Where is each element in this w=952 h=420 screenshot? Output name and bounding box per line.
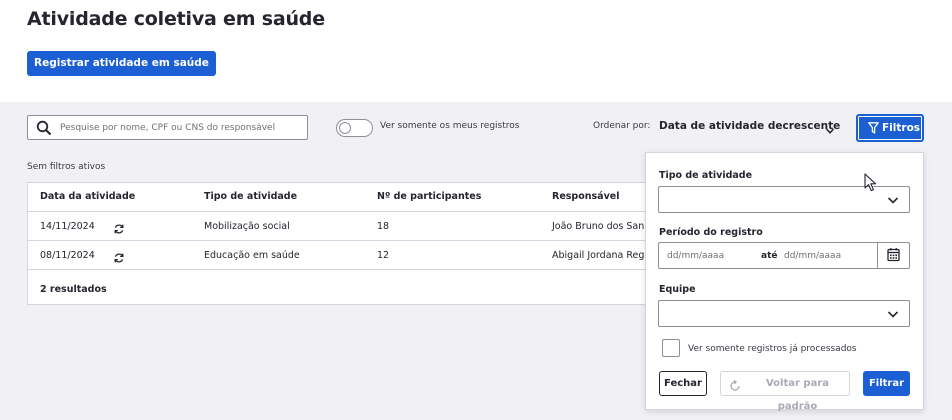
mouse-cursor-icon	[864, 173, 878, 197]
row-responsible: João Bruno dos San	[552, 221, 645, 232]
my-records-toggle-label: Ver somente os meus registros	[380, 121, 520, 131]
processed-only-label: Ver somente registros já processados	[688, 344, 857, 354]
page-header: Atividade coletiva em saúde Registrar at…	[0, 0, 952, 102]
activities-table: Data da atividade Tipo de atividade Nº d…	[27, 182, 647, 305]
date-to-input[interactable]: dd/mm/aaaa	[784, 251, 841, 261]
filter-icon	[868, 122, 879, 137]
filters-panel: Tipo de atividade Período do registro dd…	[645, 152, 924, 412]
column-header-date[interactable]: Data da atividade	[40, 191, 135, 202]
sync-icon	[113, 220, 125, 239]
date-from-input[interactable]: dd/mm/aaaa	[667, 251, 724, 261]
date-separator: até	[761, 251, 778, 261]
sort-select[interactable]: Data de atividade decrescente	[659, 120, 840, 132]
processed-only-checkbox[interactable]	[662, 339, 680, 357]
activity-type-label: Tipo de atividade	[659, 170, 753, 181]
close-button[interactable]: Fechar	[659, 371, 707, 396]
search-field[interactable]	[27, 115, 308, 140]
row-participants: 12	[377, 250, 390, 261]
row-date: 14/11/2024	[40, 221, 95, 232]
register-activity-button[interactable]: Registrar atividade em saúde	[27, 51, 216, 76]
column-header-type[interactable]: Tipo de atividade	[204, 191, 297, 202]
filters-button-label: Filtros	[882, 122, 921, 134]
column-header-responsible[interactable]: Responsável	[552, 191, 619, 202]
filters-status: Sem filtros ativos	[27, 162, 106, 172]
chevron-down-icon	[877, 187, 909, 212]
table-row[interactable]: 14/11/2024 Mobilização social 18 João Br…	[28, 212, 646, 241]
search-input[interactable]	[60, 118, 300, 137]
column-header-participants[interactable]: Nº de participantes	[377, 191, 481, 202]
row-responsible: Abigail Jordana Reg	[552, 250, 645, 261]
reset-button-label: Voltar para padrão	[765, 378, 830, 412]
row-participants: 18	[377, 221, 390, 232]
period-label: Período do registro	[659, 227, 763, 238]
period-range-field[interactable]: dd/mm/aaaa até dd/mm/aaaa	[658, 242, 910, 269]
my-records-toggle[interactable]	[336, 119, 373, 137]
toggle-knob	[339, 122, 351, 134]
row-date: 08/11/2024	[40, 250, 95, 261]
row-type: Educação em saúde	[204, 250, 300, 261]
team-label: Equipe	[659, 284, 696, 295]
row-type: Mobilização social	[204, 221, 290, 232]
page-title: Atividade coletiva em saúde	[27, 8, 325, 30]
apply-filter-button[interactable]: Filtrar	[863, 371, 910, 396]
chevron-down-icon	[877, 301, 909, 326]
table-header: Data da atividade Tipo de atividade Nº d…	[28, 183, 646, 212]
filters-button[interactable]: Filtros	[856, 114, 924, 142]
reset-button[interactable]: Voltar para padrão	[720, 371, 850, 412]
calendar-icon[interactable]	[877, 243, 909, 268]
sync-icon	[113, 249, 125, 268]
table-row[interactable]: 08/11/2024 Educação em saúde 12 Abigail …	[28, 241, 646, 270]
results-count: 2 resultados	[40, 284, 107, 295]
reset-icon	[729, 378, 741, 401]
team-select[interactable]	[658, 300, 910, 327]
search-icon	[36, 120, 52, 140]
chevron-down-icon[interactable]	[825, 121, 835, 140]
sort-label: Ordenar por:	[593, 121, 651, 131]
